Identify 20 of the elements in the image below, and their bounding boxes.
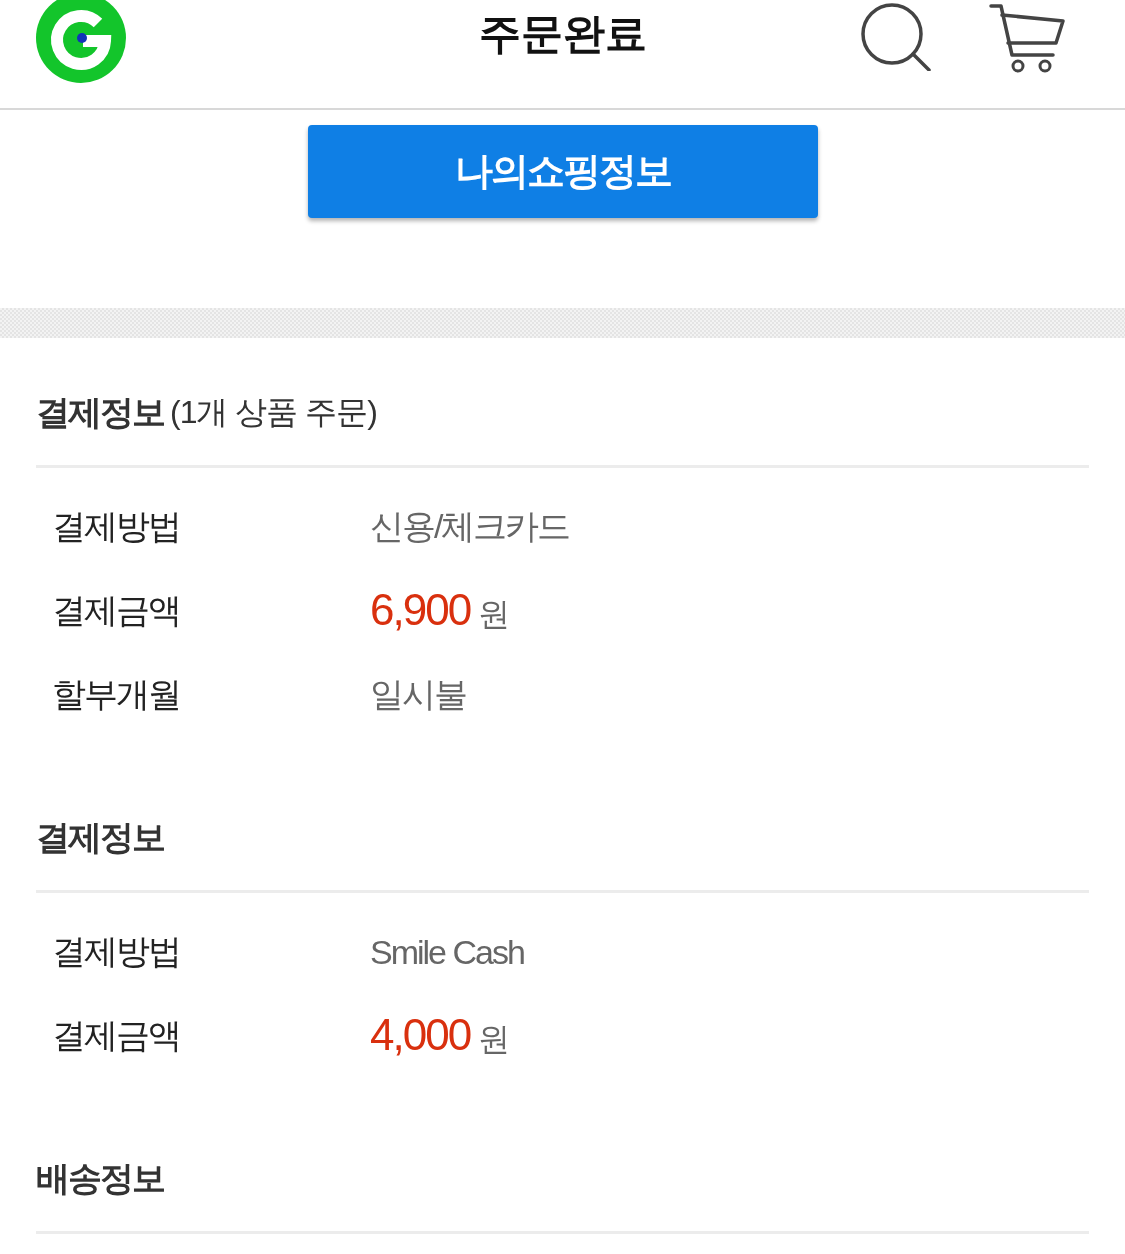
info-label: 결제금액 <box>52 1015 181 1056</box>
info-label: 결제방법 <box>52 931 181 972</box>
section-title: 결제정보 <box>36 392 164 433</box>
info-label: 할부개월 <box>52 674 181 715</box>
info-value: 신용/체크카드 <box>370 506 570 547</box>
info-value: 일시불 <box>370 674 466 715</box>
amount-value: 4,000 <box>370 1010 471 1060</box>
info-label: 결제금액 <box>52 590 181 631</box>
section-title: 결제정보 <box>36 817 164 858</box>
section-note: (1개 상품 주문) <box>170 393 377 432</box>
page-title: 주문완료 <box>478 9 647 59</box>
info-value: Smile Cash <box>370 932 524 972</box>
currency-unit: 원 <box>478 595 511 634</box>
info-label: 결제방법 <box>52 506 181 547</box>
section-title: 배송정보 <box>36 1158 164 1199</box>
my-shopping-button[interactable]: 나의쇼핑정보 <box>307 125 818 218</box>
currency-unit: 원 <box>478 1020 511 1059</box>
cart-icon[interactable] <box>989 3 1065 73</box>
search-icon[interactable] <box>861 3 931 71</box>
amount-value: 6,900 <box>370 585 471 635</box>
